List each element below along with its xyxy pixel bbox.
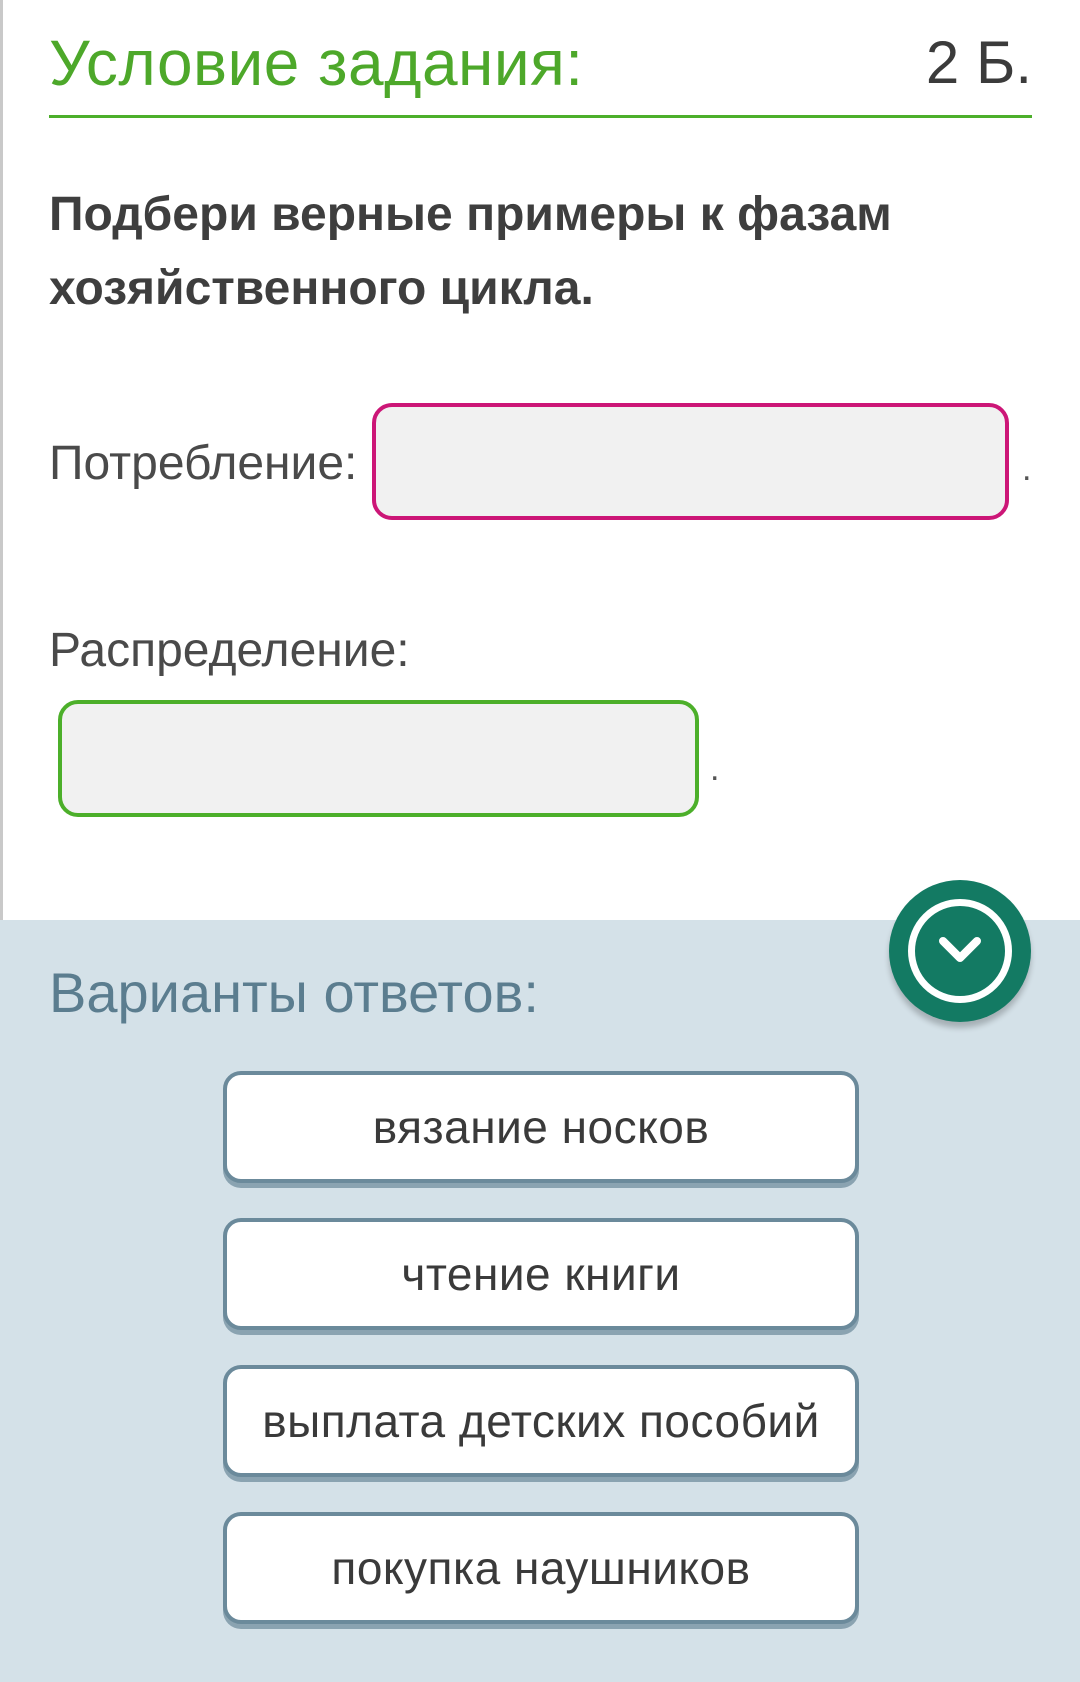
consumption-period: . — [1022, 450, 1032, 488]
answer-options-title: Варианты ответов: — [49, 961, 539, 1024]
answer-option[interactable]: вязание носков — [223, 1071, 859, 1183]
answer-option[interactable]: покупка наушников — [223, 1512, 859, 1624]
distribution-label: Распределение: — [49, 624, 410, 677]
left-edge-divider — [0, 0, 3, 920]
distribution-period: . — [710, 750, 720, 788]
answer-option[interactable]: чтение книги — [223, 1218, 859, 1330]
distribution-drop-zone[interactable] — [58, 700, 699, 817]
answer-option[interactable]: выплата детских пособий — [223, 1365, 859, 1477]
question-text: Подбери верные примеры к фазам хозяйстве… — [49, 188, 892, 315]
consumption-label: Потребление: — [49, 437, 358, 490]
chevron-down-circle-icon — [908, 899, 1012, 1003]
task-points: 2 Б. — [925, 29, 1032, 96]
task-header: Условие задания: 2 Б. — [49, 18, 1032, 118]
collapse-options-button[interactable] — [889, 880, 1031, 1022]
consumption-drop-zone[interactable] — [372, 403, 1009, 520]
task-title: Условие задания: — [49, 27, 584, 99]
chevron-down-icon — [939, 937, 981, 962]
